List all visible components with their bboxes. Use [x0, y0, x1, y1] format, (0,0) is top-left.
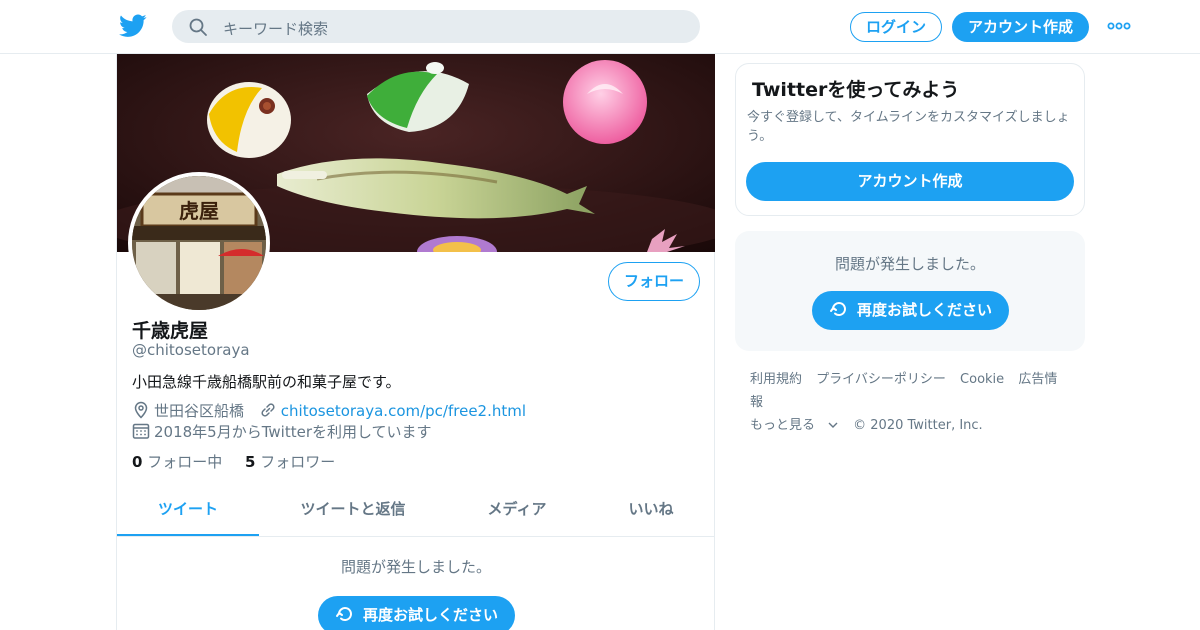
- profile-display-name: 千歳虎屋: [132, 320, 209, 342]
- tab-likes[interactable]: いいね: [587, 486, 715, 536]
- tab-tweets-and-replies[interactable]: ツイートと返信: [259, 486, 447, 536]
- profile-tabs: ツイート ツイートと返信 メディア いいね: [117, 486, 715, 537]
- footer-link-privacy[interactable]: プライバシーポリシー: [816, 372, 946, 387]
- sidebar-error-card: 問題が発生しました。 再度お試しください: [735, 231, 1085, 351]
- footer-links-row: 利用規約 プライバシーポリシー Cookie 広告情報: [750, 368, 1080, 414]
- login-button[interactable]: ログイン: [850, 12, 942, 42]
- tab-tweets[interactable]: ツイート: [117, 486, 259, 536]
- profile-meta-location-url: 世田谷区船橋 chitosetoraya.com/pc/free2.html: [132, 400, 526, 420]
- search-icon: [189, 18, 207, 36]
- followers-stat[interactable]: 5 フォロワー: [245, 453, 335, 471]
- chevron-down-icon: [828, 422, 838, 428]
- sidebar-footer: 利用規約 プライバシーポリシー Cookie 広告情報 もっと見る © 2020…: [750, 368, 1080, 437]
- refresh-icon: [829, 302, 846, 317]
- more-dots-icon[interactable]: [1107, 20, 1131, 32]
- footer-copyright: © 2020 Twitter, Inc.: [853, 418, 983, 433]
- location-pin-icon: [134, 401, 148, 419]
- calendar-icon: [132, 423, 150, 439]
- top-navigation-bar: キーワード検索 ログイン アカウント作成: [0, 0, 1200, 54]
- timeline-retry-button[interactable]: 再度お試しください: [318, 596, 515, 630]
- profile-stats: 0 フォロー中 5 フォロワー: [132, 451, 335, 472]
- profile-handle: @chitosetoraya: [132, 341, 250, 359]
- sidebar-error-message: 問題が発生しました。: [834, 255, 985, 273]
- following-label: フォロー中: [147, 453, 223, 471]
- following-stat[interactable]: 0 フォロー中: [132, 453, 222, 471]
- profile-avatar[interactable]: 虎屋: [128, 172, 270, 314]
- timeline-retry-label: 再度お試しください: [362, 606, 498, 624]
- footer-more-button[interactable]: もっと見る: [750, 418, 839, 433]
- search-input[interactable]: キーワード検索: [223, 18, 328, 39]
- footer-link-cookie[interactable]: Cookie: [960, 372, 1004, 387]
- profile-website-link[interactable]: chitosetoraya.com/pc/free2.html: [281, 402, 526, 420]
- twitter-bird-icon[interactable]: [119, 13, 147, 39]
- profile-joined-date: 2018年5月からTwitterを利用しています: [154, 423, 432, 441]
- storefront-photo: 虎屋: [132, 176, 266, 310]
- signup-card-title: Twitterを使ってみよう: [752, 79, 960, 101]
- link-icon: [261, 403, 275, 417]
- signup-card-description: 今すぐ登録して、タイムラインをカスタマイズしましょう。: [747, 110, 1070, 144]
- footer-more-label: もっと見る: [750, 418, 816, 433]
- signup-card: Twitterを使ってみよう 今すぐ登録して、タイムラインをカスタマイズしましょ…: [735, 63, 1085, 216]
- profile-bio: 小田急線千歳船橋駅前の和菓子屋です。: [132, 373, 401, 391]
- profile-location: 世田谷区船橋: [154, 402, 245, 420]
- tab-media[interactable]: メディア: [447, 486, 587, 536]
- refresh-icon: [335, 607, 352, 622]
- followers-count: 5: [245, 453, 256, 471]
- sidebar-retry-button[interactable]: 再度お試しください: [812, 291, 1009, 330]
- following-count: 0: [132, 453, 143, 471]
- sidebar-retry-label: 再度お試しください: [856, 301, 992, 319]
- signup-card-button[interactable]: アカウント作成: [746, 162, 1074, 201]
- signup-button[interactable]: アカウント作成: [952, 12, 1089, 42]
- follow-button[interactable]: フォロー: [608, 262, 700, 301]
- footer-second-row: もっと見る © 2020 Twitter, Inc.: [750, 414, 1080, 437]
- followers-label: フォロワー: [260, 453, 336, 471]
- profile-column: 虎屋 フォロー 千歳虎屋 @chitosetoraya 小田急線千歳船橋駅前の和…: [116, 54, 715, 630]
- search-box[interactable]: キーワード検索: [172, 10, 700, 43]
- footer-link-terms[interactable]: 利用規約: [750, 372, 802, 387]
- timeline-error-message: 問題が発生しました。: [340, 558, 491, 576]
- store-sign-text: 虎屋: [179, 199, 219, 223]
- profile-meta-joined: 2018年5月からTwitterを利用しています: [132, 421, 432, 441]
